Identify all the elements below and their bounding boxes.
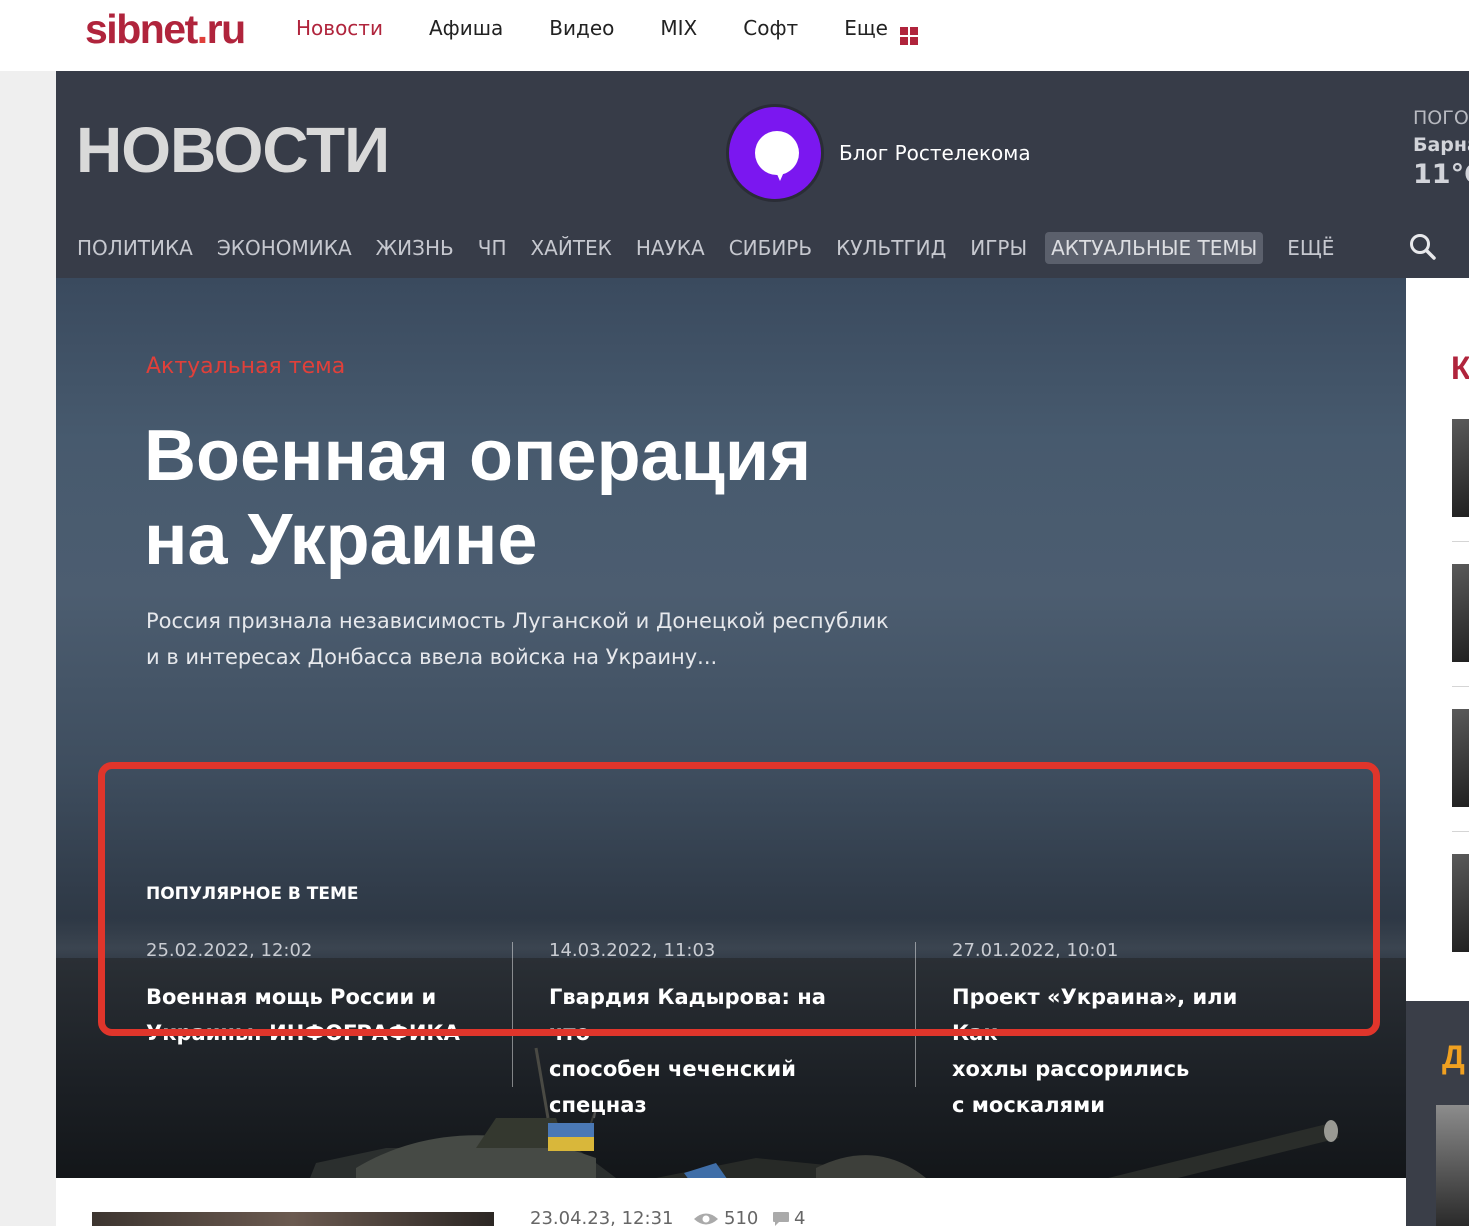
sidebar-thumbnail[interactable] [1452,419,1469,517]
hero-lead-line: Россия признала независимость Луганской … [146,609,889,633]
popular-item-title[interactable]: Проект «Украина», или Как хохлы рассорил… [952,979,1272,1123]
topnav-item-video[interactable]: Видео [549,16,614,45]
category-item-topics[interactable]: АКТУАЛЬНЫЕ ТЕМЫ [1045,232,1264,264]
top-nav: Новости Афиша Видео MIX Софт Еще [296,16,964,45]
popular-item[interactable]: 14.03.2022, 11:03 Гвардия Кадырова: на ч… [549,940,869,1123]
sidebar-promo-image [1436,1105,1469,1226]
category-item-hitech[interactable]: ХАЙТЕК [530,236,611,260]
popular-section-title: ПОПУЛЯРНОЕ В ТЕМЕ [146,884,359,904]
news-feed-item[interactable]: 23.04.23, 12:31 510 4 [56,1178,1406,1226]
weather-city[interactable]: Барна [1413,134,1469,156]
hero-lead: Россия признала независимость Луганской … [146,603,936,675]
rostelecom-blog-logo[interactable] [726,104,824,202]
hero-banner[interactable]: Актуальная тема Военная операция на Укра… [56,278,1406,1178]
topnav-more-button[interactable]: Еще [844,16,918,45]
popular-item-title[interactable]: Гвардия Кадырова: на что способен чеченс… [549,979,869,1123]
divider [1452,541,1469,542]
sidebar-thumbnail[interactable] [1452,854,1469,952]
popular-item-date: 27.01.2022, 10:01 [952,940,1119,961]
category-item-politics[interactable]: ПОЛИТИКА [77,236,193,260]
top-navbar: sibnet.ru Новости Афиша Видео MIX Софт Е… [0,0,1469,71]
category-item-economy[interactable]: ЭКОНОМИКА [217,236,352,260]
divider [512,942,513,1087]
eye-icon [694,1213,718,1225]
comments-count: 4 [794,1208,806,1226]
sidebar-section-title[interactable]: К [1451,350,1469,387]
popular-item-date: 14.03.2022, 11:03 [549,940,716,961]
right-sidebar: К Д [1406,278,1469,1226]
weather-temperature: 11°C [1413,159,1469,190]
popular-item[interactable]: 25.02.2022, 12:02 Военная мощь России и … [146,940,466,1051]
rostelecom-blog-link[interactable]: Блог Ростелекома [839,141,1031,165]
category-item-siberia[interactable]: СИБИРЬ [729,236,812,260]
news-date: 23.04.23, 12:31 [530,1208,674,1226]
topnav-item-afisha[interactable]: Афиша [429,16,503,45]
category-item-science[interactable]: НАУКА [636,236,705,260]
hero-title[interactable]: Военная операция на Украине [144,414,844,582]
hero-title-line: Военная операция [144,416,812,496]
sibnet-logo[interactable]: sibnet.ru [85,6,246,53]
divider [915,942,916,1087]
hero-title-line: на Украине [144,500,538,580]
hero-lead-line: и в интересах Донбасса ввела войска на У… [146,645,718,669]
topnav-item-soft[interactable]: Софт [743,16,798,45]
topnav-more-label: Еще [844,16,888,40]
topnav-item-news[interactable]: Новости [296,16,383,45]
grid-icon [899,27,918,45]
category-item-culture[interactable]: КУЛЬТГИД [836,236,946,260]
category-item-more[interactable]: ЕЩЁ [1287,236,1334,260]
popular-item[interactable]: 27.01.2022, 10:01 Проект «Украина», или … [952,940,1272,1123]
popular-item-date: 25.02.2022, 12:02 [146,940,313,961]
category-nav: ПОЛИТИКА ЭКОНОМИКА ЖИЗНЬ ЧП ХАЙТЕК НАУКА… [77,232,1358,264]
divider [1452,686,1469,687]
news-thumbnail[interactable] [92,1212,494,1226]
sidebar-thumbnail[interactable] [1452,709,1469,807]
views-count: 510 [724,1208,759,1226]
sidebar-promo-title: Д [1442,1039,1465,1075]
news-header: НОВОСТИ Блог Ростелекома ПОГОД Барна 11°… [56,71,1469,278]
sidebar-promo-block[interactable]: Д [1406,1001,1469,1226]
topic-kicker[interactable]: Актуальная тема [146,354,345,379]
sidebar-thumbnail[interactable] [1452,564,1469,662]
popular-item-title[interactable]: Военная мощь России и Украины. ИНФОГРАФИ… [146,979,466,1051]
divider [1452,831,1469,832]
weather-label: ПОГОД [1413,107,1469,129]
search-icon[interactable] [1409,233,1437,261]
comment-icon [773,1212,789,1226]
section-brand-title[interactable]: НОВОСТИ [76,113,390,187]
category-item-life[interactable]: ЖИЗНЬ [376,236,454,260]
category-item-incidents[interactable]: ЧП [478,236,507,260]
topnav-item-mix[interactable]: MIX [660,16,697,45]
category-item-games[interactable]: ИГРЫ [970,236,1027,260]
